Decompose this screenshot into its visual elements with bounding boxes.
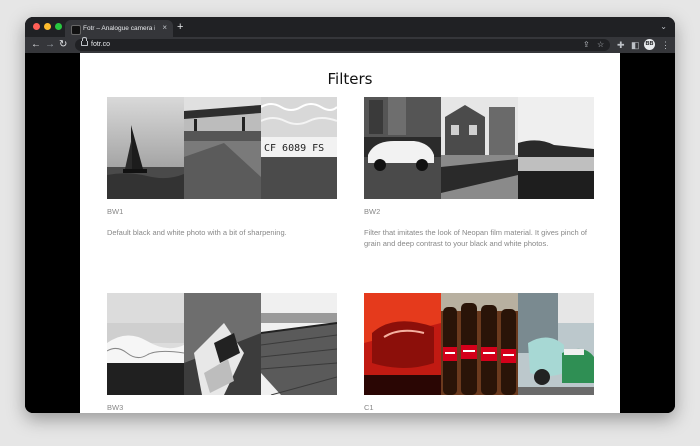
favicon-icon (71, 25, 81, 35)
sample-photos (364, 293, 594, 395)
sample-photo (518, 97, 594, 199)
star-icon[interactable]: ☆ (597, 39, 604, 51)
sample-photos (107, 293, 337, 395)
filter-description: Default black and white photo with a bit… (107, 228, 287, 237)
minimize-window-button[interactable] (44, 23, 51, 30)
avatar[interactable]: BB (644, 39, 655, 50)
sample-photo (364, 293, 441, 395)
chevron-down-icon[interactable]: ⌄ (660, 21, 667, 33)
page-content: Filters CF 6089 FS BW1 Default black and… (80, 53, 620, 413)
sample-photo (441, 97, 518, 199)
sample-photo (107, 97, 184, 199)
lock-icon[interactable] (81, 37, 88, 46)
kebab-menu-icon[interactable]: ⋮ (661, 38, 670, 52)
sample-photo (518, 293, 594, 395)
filter-name: BW2 (364, 207, 381, 216)
url-text[interactable]: fotr.co (91, 39, 110, 51)
forward-arrow-icon[interactable]: → (45, 38, 55, 52)
share-icon[interactable]: ⇪ (583, 39, 590, 51)
sample-photo (261, 293, 337, 395)
active-tab[interactable]: Fotr – Analogue camera in you × (65, 20, 173, 37)
zoom-window-button[interactable] (55, 23, 62, 30)
filter-name: BW1 (107, 207, 124, 216)
tab-title: Fotr – Analogue camera in you (83, 25, 155, 32)
browser-toolbar: ← → ↻ fotr.co ⇪ ☆ ✚ ◧ BB ⋮ (25, 37, 675, 53)
filter-description: Filter that imitates the look of Neopan … (364, 228, 588, 248)
sample-photo (184, 97, 261, 199)
sample-photos: CF 6089 FS (107, 97, 337, 199)
filter-name: C1 (364, 403, 374, 412)
sample-photos (364, 97, 594, 199)
sample-photo (107, 293, 184, 395)
tab-bar: Fotr – Analogue camera in you × + ⌄ (25, 17, 675, 37)
tab-close-icon[interactable]: × (162, 22, 167, 34)
sample-photo (184, 293, 261, 395)
browser-window: Fotr – Analogue camera in you × + ⌄ ← → … (25, 17, 675, 413)
sample-photo (441, 293, 518, 395)
address-bar[interactable]: fotr.co ⇪ ☆ (75, 37, 610, 51)
back-arrow-icon[interactable]: ← (31, 38, 41, 52)
new-tab-button[interactable]: + (177, 20, 183, 34)
side-panel-icon[interactable]: ◧ (631, 38, 640, 52)
page-title: Filters (327, 70, 373, 88)
puzzle-icon[interactable]: ✚ (617, 38, 625, 52)
reload-icon[interactable]: ↻ (59, 38, 67, 52)
sample-photo: CF 6089 FS (261, 97, 337, 199)
filter-name: BW3 (107, 403, 124, 412)
sample-photo (364, 97, 441, 199)
svg-text:CF 6089 FS: CF 6089 FS (264, 143, 324, 154)
viewport: Filters CF 6089 FS BW1 Default black and… (25, 53, 675, 413)
close-window-button[interactable] (33, 23, 40, 30)
